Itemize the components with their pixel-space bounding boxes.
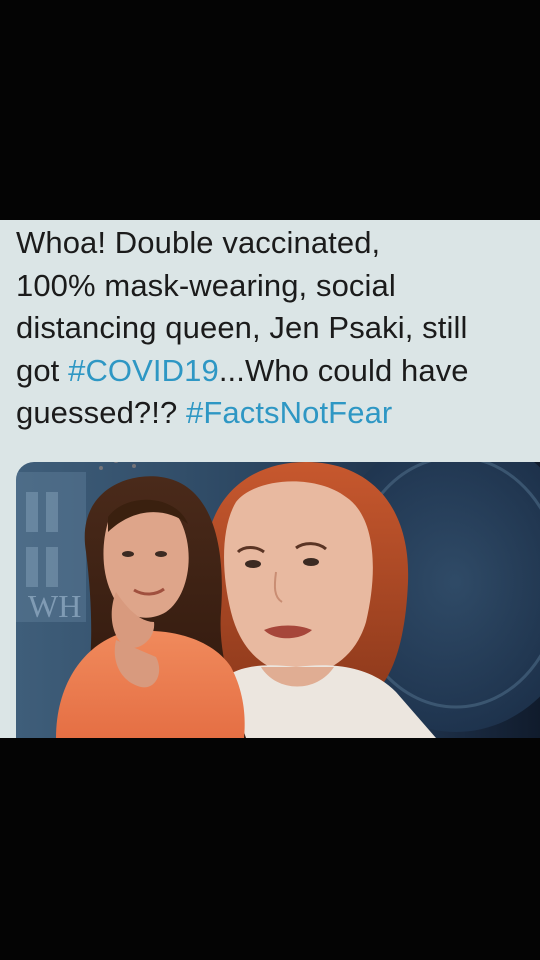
post-text-line-4-suffix: ...Who could have bbox=[218, 352, 469, 388]
post-text-line-4-prefix: got bbox=[16, 352, 69, 388]
post-text-line-1: Whoa! Double vaccinated, bbox=[16, 225, 381, 260]
hashtag-covid19-link[interactable]: #COVID19 bbox=[68, 353, 219, 388]
post-card[interactable]: Whoa! Double vaccinated, 100% mask-wearin… bbox=[0, 220, 540, 738]
hashtag-factsnotfear-link[interactable]: #FactsNotFear bbox=[186, 395, 392, 430]
screen: Whoa! Double vaccinated, 100% mask-wearin… bbox=[0, 0, 540, 960]
post-media-image[interactable]: WH bbox=[16, 462, 540, 738]
post-text-line-5-prefix: guessed?!? bbox=[16, 395, 187, 430]
post-text-line-3: distancing queen, Jen Psaki, still bbox=[16, 310, 468, 345]
top-letterbox bbox=[0, 0, 540, 220]
backdrop-sign-text: WH bbox=[28, 588, 81, 624]
media-illustration: WH bbox=[16, 462, 540, 738]
bottom-letterbox bbox=[0, 738, 540, 960]
post-text: Whoa! Double vaccinated, 100% mask-wearin… bbox=[16, 222, 532, 435]
post-text-line-2: 100% mask-wearing, social bbox=[16, 267, 396, 303]
